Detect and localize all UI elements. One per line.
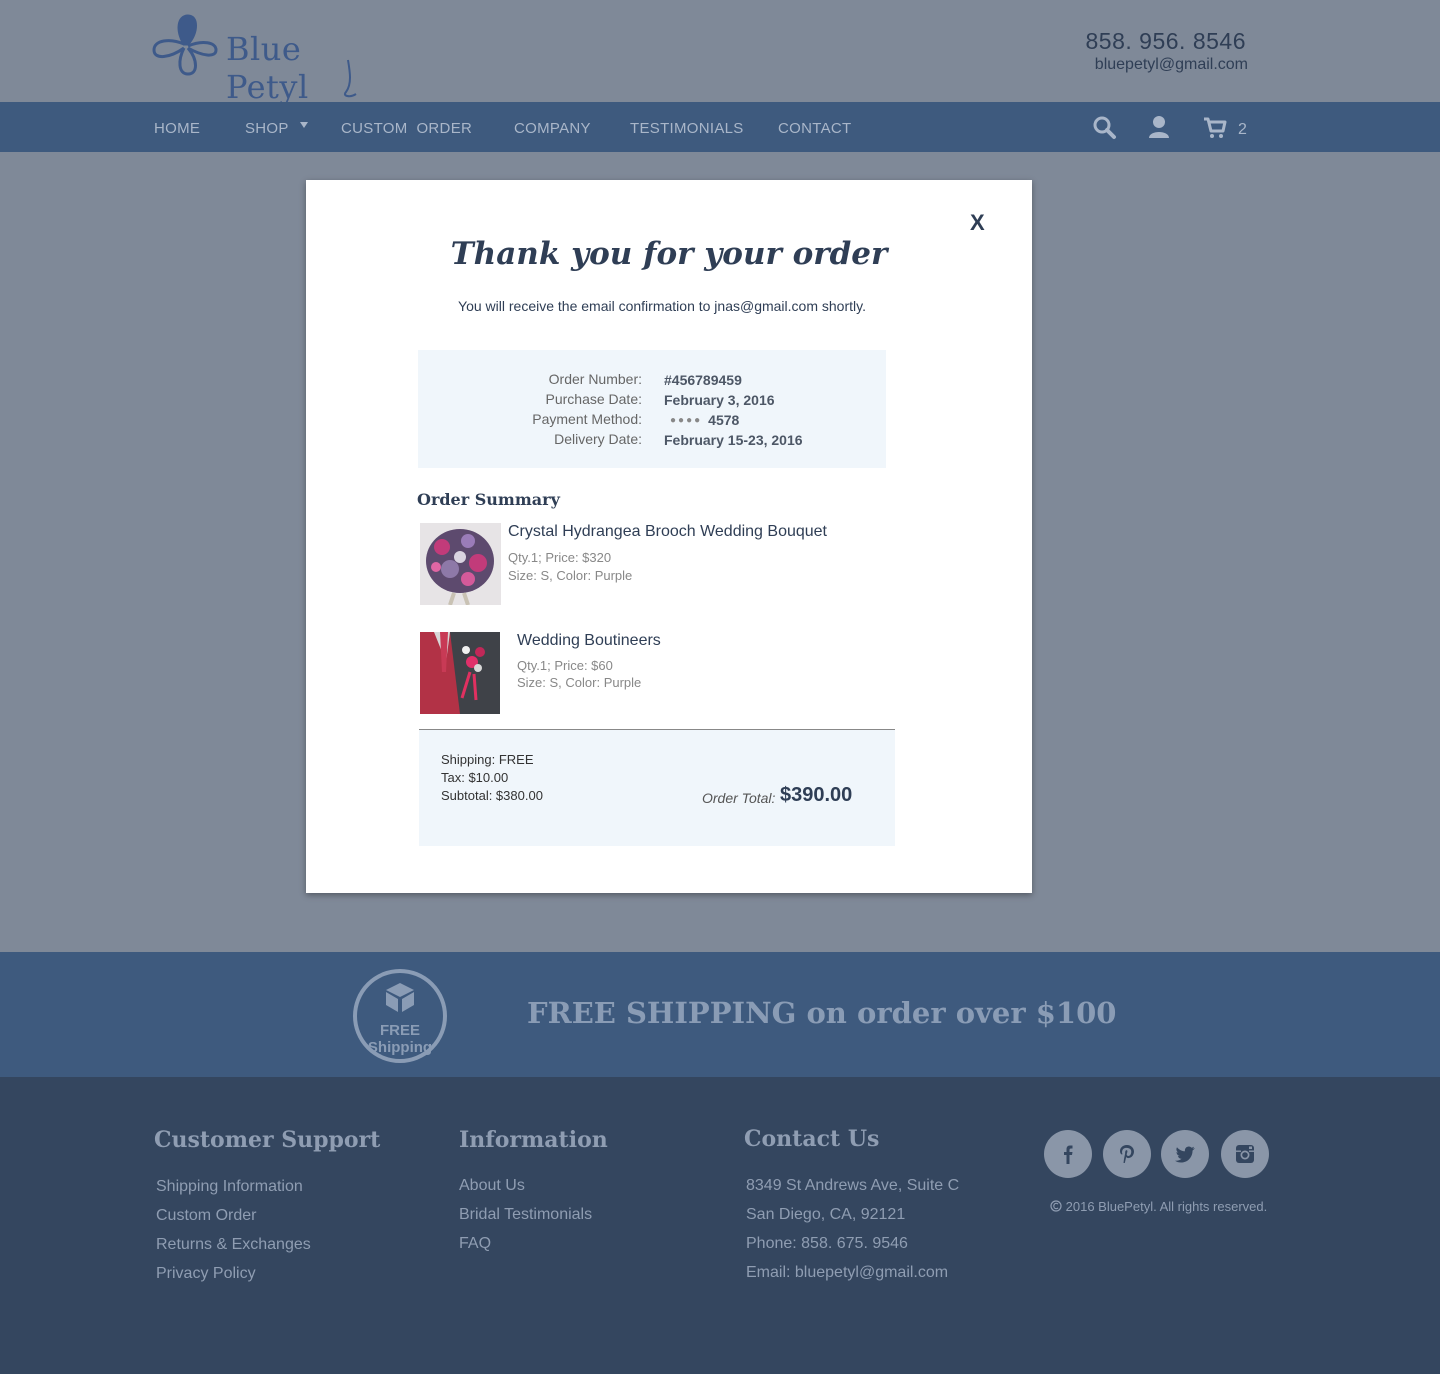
header-email[interactable]: bluepetyl@gmail.com xyxy=(1095,56,1248,74)
totals-panel: Shipping: FREE Tax: $10.00 Subtotal: $38… xyxy=(419,730,895,846)
payment-method-value: ●●●● 4578 xyxy=(670,412,739,428)
product-size-color: Size: S, Color: Purple xyxy=(508,568,633,583)
purchase-date-value: February 3, 2016 xyxy=(664,392,775,408)
product-image-bouquet[interactable] xyxy=(420,523,501,605)
flower-logo-icon xyxy=(152,14,218,76)
customer-support-heading: Customer Support xyxy=(154,1127,381,1153)
footer-link-privacy[interactable]: Privacy Policy xyxy=(156,1265,256,1283)
badge-text-free: FREE xyxy=(380,1022,420,1039)
header-phone[interactable]: 858. 956. 8546 xyxy=(1086,28,1246,55)
order-number-value: #456789459 xyxy=(664,372,742,388)
copyright-text: 2016 BluePetyl. All rights reserved. xyxy=(1050,1199,1267,1214)
shipping-line: Shipping: FREE xyxy=(441,752,534,767)
product-size-color: Size: S, Color: Purple xyxy=(517,675,642,690)
contact-email[interactable]: Email: bluepetyl@gmail.com xyxy=(746,1264,948,1282)
badge-text-shipping: Shipping xyxy=(368,1039,432,1056)
footer-link-testimonials[interactable]: Bridal Testimonials xyxy=(459,1206,592,1224)
free-shipping-badge-icon: FREE Shipping xyxy=(353,969,447,1063)
masked-card-dots: ●●●● xyxy=(670,415,703,426)
product-qty-price: Qty.1; Price: $60 xyxy=(517,658,613,673)
information-heading: Information xyxy=(459,1127,608,1153)
cart-count[interactable]: 2 xyxy=(1238,121,1247,139)
footer-link-faq[interactable]: FAQ xyxy=(459,1235,491,1253)
tax-line: Tax: $10.00 xyxy=(441,770,509,785)
cart-icon[interactable] xyxy=(1202,114,1228,140)
nav-item-custom-order[interactable]: CUSTOM ORDER xyxy=(341,120,472,137)
footer-link-custom-order[interactable]: Custom Order xyxy=(156,1207,256,1225)
nav-item-home[interactable]: HOME xyxy=(154,120,200,137)
contact-address-2: San Diego, CA, 92121 xyxy=(746,1206,906,1223)
copyright-label: 2016 BluePetyl. All rights reserved. xyxy=(1065,1199,1268,1214)
contact-address-1: 8349 St Andrews Ave, Suite C xyxy=(746,1177,960,1194)
nav-item-shop[interactable]: SHOP xyxy=(245,120,289,137)
payment-method-label: Payment Method: xyxy=(532,411,642,427)
product-name[interactable]: Crystal Hydrangea Brooch Wedding Bouquet xyxy=(508,523,827,541)
nav-item-contact[interactable]: CONTACT xyxy=(778,120,851,137)
purchase-date-label: Purchase Date: xyxy=(545,391,643,407)
card-last4: 4578 xyxy=(708,412,740,428)
pinterest-icon[interactable] xyxy=(1103,1130,1151,1178)
shop-dropdown-caret-icon[interactable] xyxy=(300,122,308,128)
modal-title: Thank you for your order xyxy=(450,236,888,272)
product-name[interactable]: Wedding Boutineers xyxy=(517,632,661,650)
free-shipping-text: FREE SHIPPING on order over $100 xyxy=(527,996,1117,1030)
product-image-boutonniere[interactable] xyxy=(420,632,500,714)
facebook-icon[interactable] xyxy=(1044,1130,1092,1178)
order-number-label: Order Number: xyxy=(548,371,642,387)
nav-item-company[interactable]: COMPANY xyxy=(514,120,591,137)
order-total-value: $390.00 xyxy=(780,784,853,806)
user-account-icon[interactable] xyxy=(1146,114,1172,140)
site-header: Blue Petyl 858. 956. 8546 bluepetyl@gmai… xyxy=(0,0,1440,106)
order-confirmation-modal: X Thank you for your order You will rece… xyxy=(306,180,1032,893)
delivery-date-label: Delivery Date: xyxy=(554,431,642,447)
product-qty-price: Qty.1; Price: $320 xyxy=(508,550,612,565)
contact-heading: Contact Us xyxy=(744,1126,880,1152)
footer-link-returns[interactable]: Returns & Exchanges xyxy=(156,1236,311,1254)
footer-link-about[interactable]: About Us xyxy=(459,1177,525,1195)
order-summary-title: Order Summary xyxy=(417,490,560,509)
order-total-label: Order Total: xyxy=(702,790,776,806)
site-footer: Customer Support Shipping Information Cu… xyxy=(0,1077,1440,1374)
twitter-icon[interactable] xyxy=(1161,1130,1209,1178)
free-shipping-banner: FREE Shipping FREE SHIPPING on order ove… xyxy=(0,952,1440,1077)
copyright-icon xyxy=(1050,1200,1062,1212)
confirmation-message: You will receive the email confirmation … xyxy=(458,298,866,314)
close-button[interactable]: X xyxy=(970,210,985,236)
search-icon[interactable] xyxy=(1091,114,1117,140)
instagram-icon[interactable] xyxy=(1221,1130,1269,1178)
contact-phone[interactable]: Phone: 858. 675. 9546 xyxy=(746,1235,908,1253)
logo-swash-icon xyxy=(344,59,357,98)
subtotal-line: Subtotal: $380.00 xyxy=(441,788,543,803)
brand-logo[interactable]: Blue Petyl xyxy=(148,10,378,106)
main-nav: HOME SHOP CUSTOM ORDER COMPANY TESTIMONI… xyxy=(0,102,1440,152)
nav-item-testimonials[interactable]: TESTIMONIALS xyxy=(630,120,744,137)
delivery-date-value: February 15-23, 2016 xyxy=(664,432,803,448)
order-details-panel: Order Number: #456789459 Purchase Date: … xyxy=(418,350,886,468)
footer-link-shipping-info[interactable]: Shipping Information xyxy=(156,1178,303,1196)
